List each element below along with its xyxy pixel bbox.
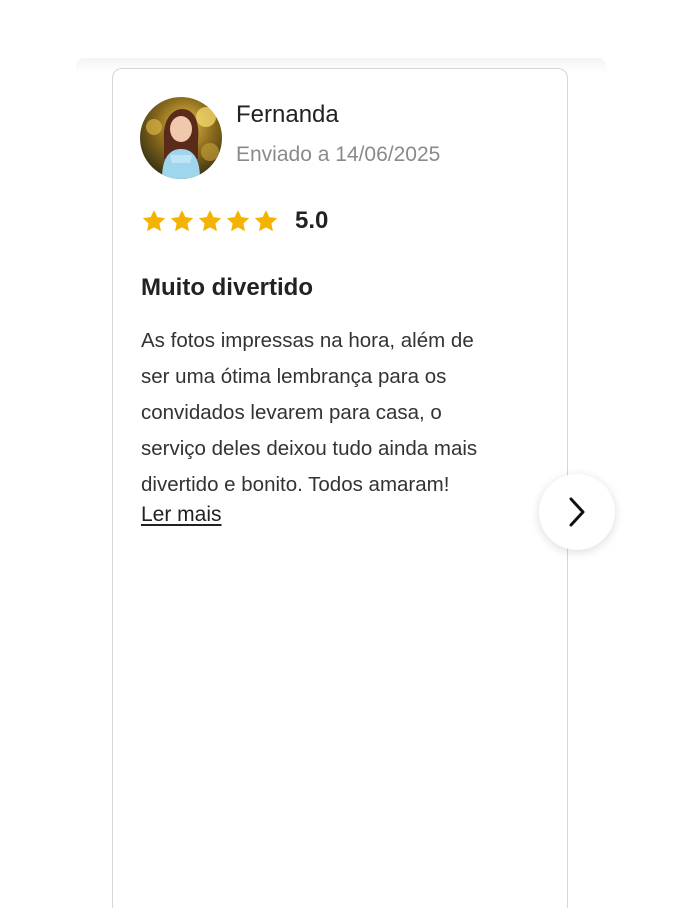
- review-body: As fotos impressas na hora, além de ser …: [141, 323, 536, 503]
- review-body-line: As fotos impressas na hora, além de: [141, 329, 474, 352]
- review-body-line: ser uma ótima lembrança para os: [141, 365, 447, 388]
- carousel-edge: [612, 58, 685, 918]
- review-body-line: convidados levarem para casa, o: [141, 401, 442, 424]
- page: Fernanda Enviado a 14/06/2025 5.0 Muito …: [0, 0, 685, 918]
- star-rating: [141, 208, 279, 234]
- star-icon: [169, 208, 195, 234]
- chevron-right-icon: [566, 495, 588, 529]
- review-body-line: divertido e bonito. Todos amaram!: [141, 473, 450, 496]
- star-icon: [141, 208, 167, 234]
- reviewer-name: Fernanda: [236, 101, 339, 128]
- rating-value: 5.0: [295, 207, 329, 234]
- review-body-line: serviço deles deixou tudo ainda mais: [141, 437, 478, 460]
- read-more-link[interactable]: Ler mais: [141, 503, 222, 527]
- star-icon: [225, 208, 251, 234]
- rating: 5.0: [141, 203, 328, 239]
- review-card: Fernanda Enviado a 14/06/2025 5.0 Muito …: [112, 68, 568, 908]
- review-date: Enviado a 14/06/2025: [236, 143, 441, 166]
- star-icon: [197, 208, 223, 234]
- avatar: [140, 97, 222, 179]
- next-review-button[interactable]: [539, 474, 615, 550]
- review-title: Muito divertido: [141, 274, 313, 301]
- star-icon: [253, 208, 279, 234]
